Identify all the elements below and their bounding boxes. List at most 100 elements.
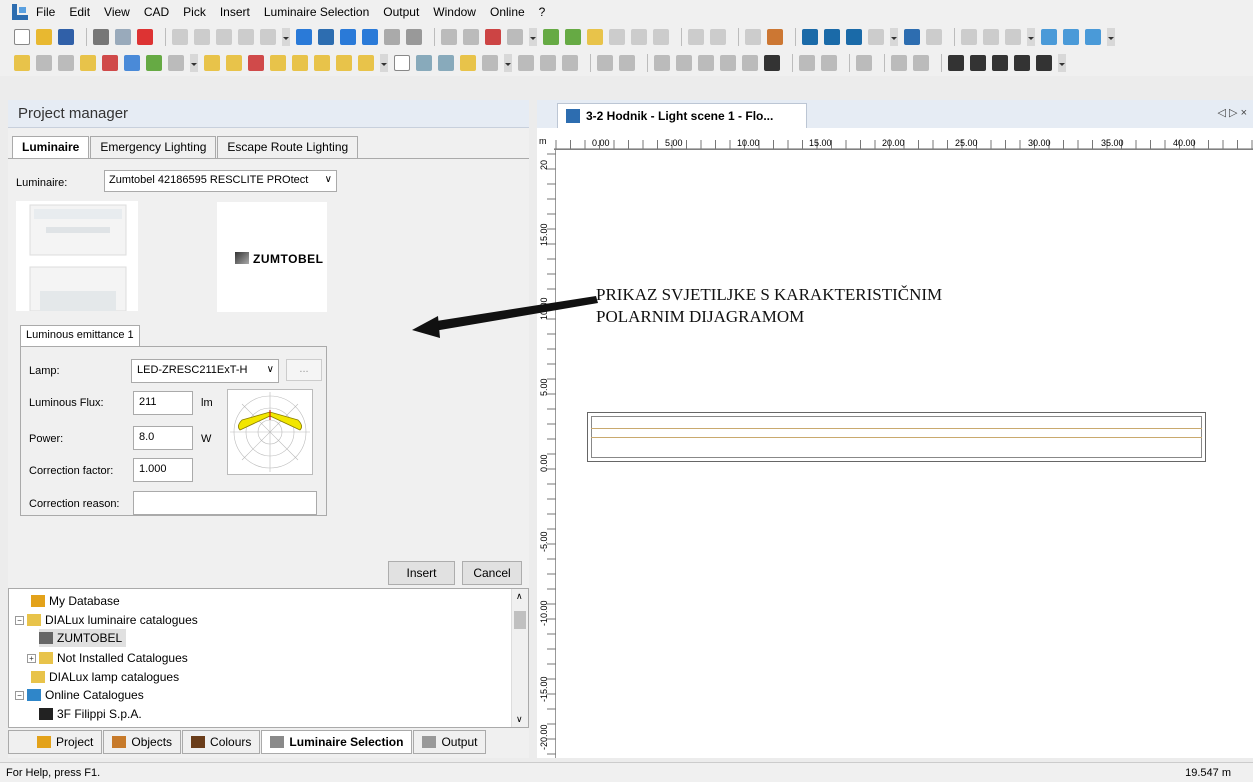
paste-icon[interactable] [216, 29, 232, 45]
menu-cad[interactable]: CAD [144, 5, 169, 19]
power-input[interactable]: 8.0 [133, 426, 193, 450]
tool-icon[interactable] [482, 55, 498, 71]
toolbar-overflow-icon[interactable] [1107, 28, 1115, 46]
tool-icon[interactable] [767, 29, 783, 45]
tool-icon[interactable] [58, 55, 74, 71]
tree-scrollbar[interactable]: ∧ ∨ [511, 589, 528, 727]
menu-luminaire-selection[interactable]: Luminaire Selection [264, 5, 369, 19]
print-preview-icon[interactable] [115, 29, 131, 45]
pointer-icon[interactable] [394, 55, 410, 71]
tool-icon[interactable] [146, 55, 162, 71]
tool-icon[interactable] [540, 55, 556, 71]
corridor-room[interactable] [587, 412, 1206, 462]
tool-icon[interactable] [609, 29, 625, 45]
tab-escape-route-lighting[interactable]: Escape Route Lighting [217, 136, 359, 158]
side-view-icon[interactable] [340, 29, 356, 45]
copy-icon[interactable] [194, 29, 210, 45]
tool-icon[interactable] [463, 29, 479, 45]
tool-icon[interactable] [961, 29, 977, 45]
tree-item-not-installed-catalogues[interactable]: + Not Installed Catalogues [27, 649, 188, 667]
tab-luminaire[interactable]: Luminaire [12, 136, 90, 159]
label-a-icon[interactable] [314, 55, 330, 71]
tool-icon[interactable] [485, 29, 501, 45]
3d-view-icon[interactable] [296, 29, 312, 45]
tool-icon[interactable] [1005, 29, 1021, 45]
tool-icon[interactable] [507, 29, 523, 45]
calculator-icon[interactable] [904, 29, 920, 45]
tool-icon[interactable] [1085, 29, 1101, 45]
tool-icon[interactable] [913, 55, 929, 71]
scroll-up-icon[interactable]: ∧ [516, 591, 523, 602]
dxf-icon[interactable] [868, 29, 884, 45]
tree-item-dialux-luminaire-catalogues[interactable]: − DIALux luminaire catalogues [15, 611, 198, 629]
tool-icon[interactable] [441, 29, 457, 45]
tool-icon[interactable] [102, 55, 118, 71]
flux-input[interactable]: 211 [133, 391, 193, 415]
menu-output[interactable]: Output [383, 5, 419, 19]
label-a-icon[interactable] [292, 55, 308, 71]
collapse-icon[interactable]: − [15, 615, 24, 625]
floor-plan-icon[interactable] [318, 29, 334, 45]
lamp-browse-button[interactable]: ... [286, 359, 322, 381]
tool-icon[interactable] [631, 29, 647, 45]
label-a-icon[interactable] [248, 55, 264, 71]
line-icon[interactable] [948, 55, 964, 71]
tool-icon[interactable] [168, 55, 184, 71]
rotate-icon[interactable] [438, 55, 454, 71]
tool-icon[interactable] [80, 55, 96, 71]
tree-item-dialux-lamp-catalogues[interactable]: DIALux lamp catalogues [31, 668, 179, 686]
menu-edit[interactable]: Edit [69, 5, 90, 19]
print-icon[interactable] [93, 29, 109, 45]
tree-item-3f-filippi[interactable]: 3F Filippi S.p.A. [39, 705, 142, 723]
cancel-button[interactable]: Cancel [462, 561, 522, 585]
tool-icon[interactable] [745, 29, 761, 45]
tree-item-zumtobel[interactable]: ZUMTOBEL [39, 629, 127, 647]
floor-plan-canvas[interactable]: m 0.00 5.00 10.00 15.00 20.00 25.00 30.0… [537, 128, 1253, 758]
tab-emergency-lighting[interactable]: Emergency Lighting [90, 136, 217, 158]
view-option-icon[interactable] [384, 29, 400, 45]
correction-reason-input[interactable] [133, 491, 317, 515]
grid-icon[interactable] [1036, 55, 1052, 71]
tree-item-my-database[interactable]: My Database [31, 592, 120, 610]
tree-item-online-catalogues[interactable]: − Online Catalogues [15, 686, 144, 704]
label-a-icon[interactable] [270, 55, 286, 71]
dialux-app-icon[interactable] [12, 4, 28, 20]
menu-pick[interactable]: Pick [183, 5, 206, 19]
front-view-icon[interactable] [362, 29, 378, 45]
tool-icon[interactable] [1041, 29, 1057, 45]
dxf-icon[interactable] [846, 29, 862, 45]
tool-icon[interactable] [597, 55, 613, 71]
toolbar-overflow-icon[interactable] [529, 28, 537, 46]
toolbar-overflow-icon[interactable] [282, 28, 290, 46]
luminaire-dropdown[interactable]: Zumtobel 42186595 RESCLITE PROtect ∨ [104, 170, 337, 192]
menu-view[interactable]: View [104, 5, 130, 19]
tool-icon[interactable] [720, 55, 736, 71]
tab-floor-plan[interactable]: 3-2 Hodnik - Light scene 1 - Flo... [557, 103, 807, 129]
scrollbar-thumb[interactable] [514, 611, 526, 629]
undo-icon[interactable] [238, 29, 254, 45]
select-icon[interactable] [14, 55, 30, 71]
zoom-icon[interactable] [416, 55, 432, 71]
toolbar-overflow-icon[interactable] [380, 54, 388, 72]
tool-icon[interactable] [710, 29, 726, 45]
cut-icon[interactable] [172, 29, 188, 45]
luminaire-field-icon[interactable] [565, 29, 581, 45]
toolbar-overflow-icon[interactable] [190, 54, 198, 72]
menu-online[interactable]: Online [490, 5, 525, 19]
tool-icon[interactable] [654, 55, 670, 71]
polyline-icon[interactable] [970, 55, 986, 71]
tool-icon[interactable] [856, 55, 872, 71]
tool-icon[interactable] [688, 29, 704, 45]
tool-icon[interactable] [926, 29, 942, 45]
lamp-icon[interactable] [587, 29, 603, 45]
tool-icon[interactable] [764, 55, 780, 71]
curve-icon[interactable] [992, 55, 1008, 71]
pdf-icon[interactable] [137, 29, 153, 45]
toolbar-overflow-icon[interactable] [1058, 54, 1066, 72]
label-a-icon[interactable] [204, 55, 220, 71]
dxf-icon[interactable] [802, 29, 818, 45]
tab-output[interactable]: Output [413, 730, 487, 754]
tool-icon[interactable] [891, 55, 907, 71]
toolbar-overflow-icon[interactable] [890, 28, 898, 46]
tool-icon[interactable] [676, 55, 692, 71]
